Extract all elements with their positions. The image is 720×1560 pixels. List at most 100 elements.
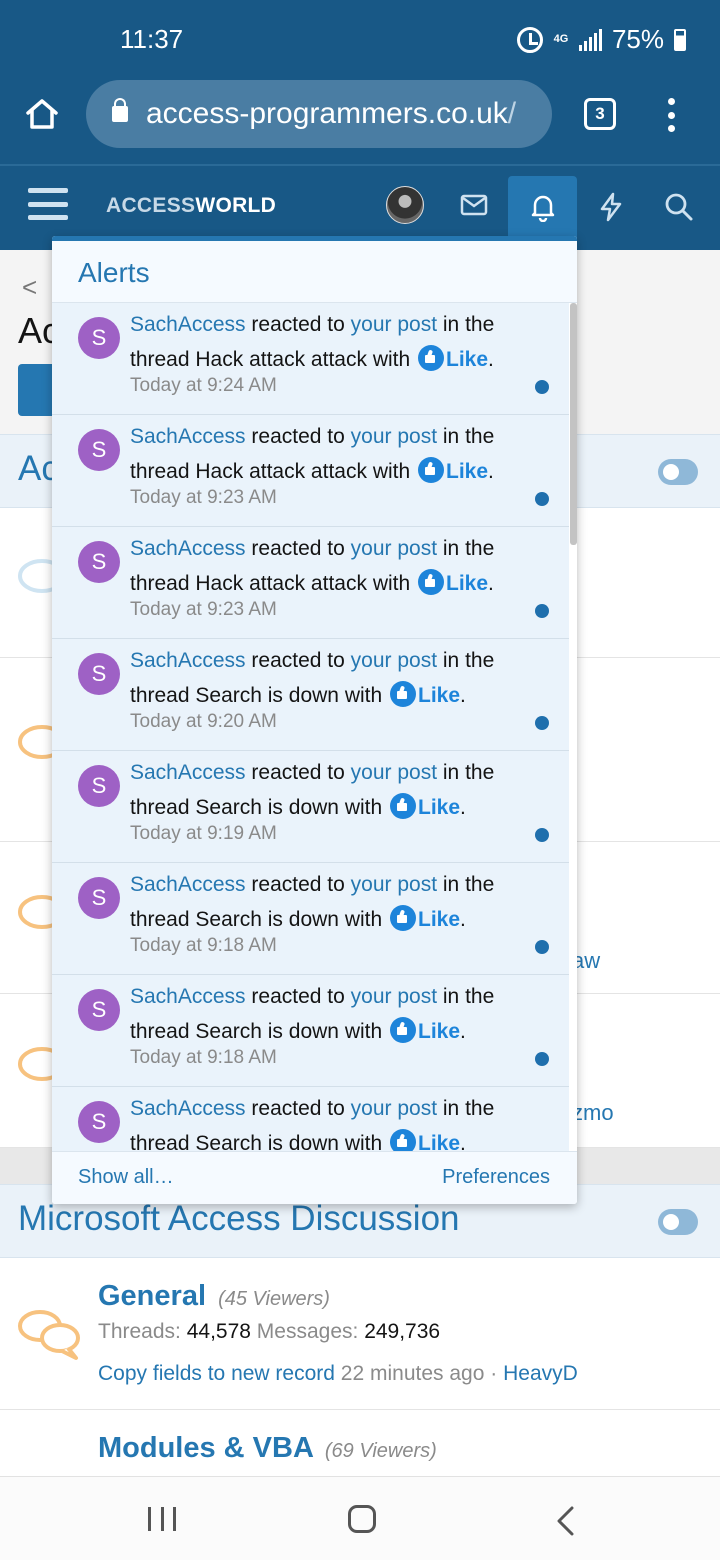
unread-indicator[interactable]: [535, 828, 549, 842]
last-post-user[interactable]: HeavyD: [503, 1362, 578, 1385]
site-logo[interactable]: ACCESSWORLD: [106, 194, 276, 218]
like-icon: [390, 681, 417, 707]
home-icon[interactable]: [24, 96, 60, 132]
alert-username[interactable]: SachAccess: [130, 1097, 246, 1120]
last-post-user-peek[interactable]: zmo: [572, 1100, 614, 1126]
alert-user-avatar[interactable]: S: [78, 877, 120, 919]
alert-thread-title: Search is down: [195, 908, 339, 931]
last-post-title[interactable]: Copy fields to new record: [98, 1362, 335, 1385]
unread-indicator[interactable]: [535, 604, 549, 618]
alert-item[interactable]: S SachAccess reacted to your post in the t…: [52, 527, 569, 639]
mail-icon[interactable]: [460, 194, 488, 216]
alerts-scrollbar[interactable]: [570, 303, 577, 545]
alert-post-link[interactable]: your post: [351, 873, 437, 896]
alert-post-link[interactable]: your post: [351, 649, 437, 672]
url-text: access-programmers.co.uk: [146, 97, 508, 130]
alert-username[interactable]: SachAccess: [130, 313, 246, 336]
alert-text-line-2: thread Search is down with Like.: [130, 681, 466, 708]
alert-post-link[interactable]: your post: [351, 313, 437, 336]
alert-text-line-1: SachAccess reacted to your post in the: [130, 649, 495, 672]
alert-item[interactable]: S SachAccess reacted to your post in the t…: [52, 975, 569, 1087]
unread-indicator[interactable]: [535, 492, 549, 506]
alert-time: Today at 9:18 AM: [130, 1047, 277, 1068]
alert-post-link[interactable]: your post: [351, 1097, 437, 1120]
alert-item[interactable]: S SachAccess reacted to your post in the t…: [52, 415, 569, 527]
forum-row-modules[interactable]: Modules & VBA (69 Viewers): [0, 1410, 720, 1476]
kebab-icon[interactable]: [666, 98, 676, 132]
alerts-popup: Alerts S SachAccess reacted to your post …: [52, 236, 577, 1204]
alert-post-link[interactable]: your post: [351, 761, 437, 784]
toggle-icon[interactable]: [658, 1209, 698, 1235]
hamburger-icon[interactable]: [28, 188, 68, 220]
chat-bubble-icon: [18, 1310, 80, 1360]
alert-user-avatar[interactable]: S: [78, 765, 120, 807]
forum-row-general[interactable]: General (45 Viewers) Threads: 44,578 Mes…: [0, 1258, 720, 1410]
alert-text-line-2: thread Search is down with Like.: [130, 1017, 466, 1044]
alert-user-avatar[interactable]: S: [78, 989, 120, 1031]
like-label: Like: [418, 796, 461, 819]
like-label: Like: [418, 1132, 461, 1151]
back-button[interactable]: [554, 1505, 576, 1537]
unread-indicator[interactable]: [535, 1052, 549, 1066]
alert-text-line-1: SachAccess reacted to your post in the: [130, 313, 495, 336]
alert-post-link[interactable]: your post: [351, 985, 437, 1008]
alert-text-line-1: SachAccess reacted to your post in the: [130, 425, 495, 448]
alert-user-avatar[interactable]: S: [78, 1101, 120, 1143]
address-bar[interactable]: access-programmers.co.uk /: [86, 80, 552, 148]
forum-title[interactable]: Modules & VBA (69 Viewers): [98, 1432, 437, 1465]
alert-thread-title: Search is down: [195, 1132, 339, 1151]
breadcrumb-back[interactable]: <: [22, 272, 37, 303]
alert-item[interactable]: S SachAccess reacted to your post in the t…: [52, 863, 569, 975]
alert-item[interactable]: S SachAccess reacted to your post in the t…: [52, 303, 569, 415]
alert-user-avatar[interactable]: S: [78, 317, 120, 359]
alert-username[interactable]: SachAccess: [130, 985, 246, 1008]
alert-username[interactable]: SachAccess: [130, 425, 246, 448]
section-title: Microsoft Access Discussion: [18, 1199, 460, 1238]
alerts-header: Alerts: [52, 241, 577, 303]
unread-indicator[interactable]: [535, 716, 549, 730]
bell-icon[interactable]: [529, 192, 557, 222]
alert-username[interactable]: SachAccess: [130, 649, 246, 672]
tab-switcher-button[interactable]: 3: [584, 98, 616, 130]
unread-indicator[interactable]: [535, 380, 549, 394]
battery-icon: [674, 28, 686, 51]
alert-username[interactable]: SachAccess: [130, 761, 246, 784]
alert-item[interactable]: S SachAccess reacted to your post in the t…: [52, 639, 569, 751]
toggle-icon[interactable]: [658, 459, 698, 485]
alerts-caret: [530, 222, 554, 236]
like-icon: [418, 569, 445, 595]
alert-text-line-2: thread Hack attack attack with Like.: [130, 345, 494, 372]
like-label: Like: [418, 684, 461, 707]
like-icon: [390, 1017, 417, 1043]
alarm-icon: [516, 26, 543, 53]
like-icon: [390, 793, 417, 819]
like-icon: [418, 345, 445, 371]
alert-user-avatar[interactable]: S: [78, 541, 120, 583]
recents-button[interactable]: [148, 1507, 176, 1531]
alert-item[interactable]: S SachAccess reacted to your post in the t…: [52, 751, 569, 863]
alert-time: Today at 9:20 AM: [130, 711, 277, 732]
alert-username[interactable]: SachAccess: [130, 537, 246, 560]
home-button[interactable]: [348, 1505, 376, 1533]
user-avatar[interactable]: [386, 186, 424, 224]
like-icon: [390, 1129, 417, 1151]
alert-text-line-1: SachAccess reacted to your post in the: [130, 873, 495, 896]
alert-thread-title: Hack attack attack: [195, 572, 367, 595]
forum-title[interactable]: General (45 Viewers): [98, 1280, 330, 1313]
search-icon[interactable]: [664, 192, 694, 222]
unread-indicator[interactable]: [535, 940, 549, 954]
alert-user-avatar[interactable]: S: [78, 653, 120, 695]
alert-text-line-2: thread Hack attack attack with Like.: [130, 569, 494, 596]
lock-icon: [112, 98, 128, 122]
show-all-link[interactable]: Show all…: [78, 1166, 174, 1189]
status-icons: 4G 75%: [516, 24, 686, 55]
alert-item[interactable]: S SachAccess reacted to your post in the t…: [52, 1087, 569, 1151]
bolt-icon[interactable]: [598, 192, 624, 222]
alert-username[interactable]: SachAccess: [130, 873, 246, 896]
alert-user-avatar[interactable]: S: [78, 429, 120, 471]
alert-post-link[interactable]: your post: [351, 425, 437, 448]
alert-post-link[interactable]: your post: [351, 537, 437, 560]
alert-text-line-1: SachAccess reacted to your post in the: [130, 761, 495, 784]
alert-thread-title: Search is down: [195, 1020, 339, 1043]
preferences-link[interactable]: Preferences: [442, 1166, 550, 1189]
